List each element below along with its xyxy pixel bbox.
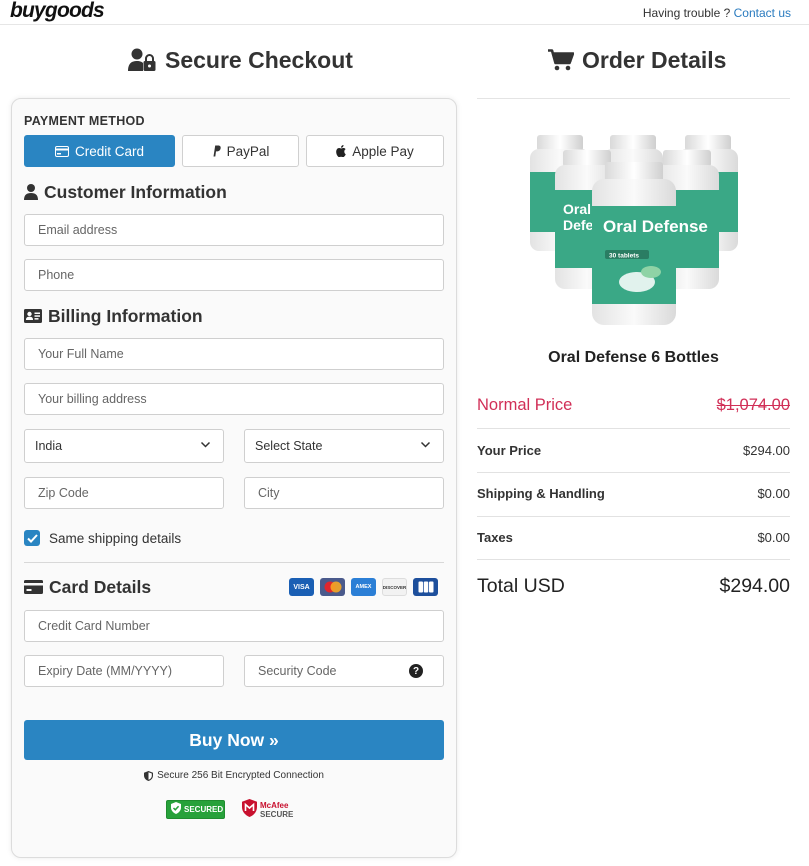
row-divider (477, 559, 790, 560)
phone-field[interactable]: Phone (24, 259, 444, 291)
secured-badge-text: SECURED (184, 804, 224, 814)
card-details-title: Card Details (49, 576, 152, 597)
contact-us-link[interactable]: Contact us (734, 6, 791, 20)
shipping-row: Shipping & Handling $0.00 (477, 486, 790, 501)
card-number-field[interactable]: Credit Card Number (24, 610, 444, 642)
mcafee-shield-icon (242, 799, 257, 822)
product-name: Oral Defense 6 Bottles (548, 349, 719, 366)
card-details-heading: Card Details (24, 576, 151, 598)
credit-card-icon (24, 580, 43, 594)
total-label: Total USD (477, 575, 565, 597)
same-shipping-checkbox[interactable] (24, 530, 40, 546)
question-circle-icon[interactable]: ? (409, 664, 423, 678)
customer-info-heading: Customer Information (24, 181, 227, 203)
chevron-down-icon (200, 439, 211, 453)
normal-price-label: Normal Price (477, 396, 573, 414)
credit-card-icon (54, 145, 69, 157)
country-value: India (35, 439, 63, 453)
secured-badge: SECURED (166, 800, 225, 819)
encrypted-text: Secure 256 Bit Encrypted Connection (157, 770, 324, 781)
check-shield-icon (171, 801, 181, 819)
your-price-value: $294.00 (743, 443, 790, 458)
svg-text:Oral Defense: Oral Defense (603, 217, 708, 236)
order-divider-top (477, 98, 790, 99)
row-divider (477, 516, 790, 517)
jcb-icon (413, 578, 438, 596)
discover-icon: DISCOVER (382, 578, 407, 596)
visa-icon: VISA (289, 578, 314, 596)
zip-code-field[interactable]: Zip Code (24, 477, 224, 509)
normal-price-value: $1,074.00 (716, 396, 790, 414)
paypal-icon (212, 145, 221, 157)
amex-icon: AMEX (351, 578, 376, 596)
svg-text:30 tablets: 30 tablets (609, 253, 639, 260)
secure-checkout-title: Secure Checkout (165, 46, 353, 73)
mastercard-icon (320, 578, 345, 596)
id-card-icon (24, 309, 42, 323)
order-details-heading: Order Details (548, 45, 726, 75)
billing-address-field[interactable]: Your billing address (24, 383, 444, 415)
city-field[interactable]: City (244, 477, 444, 509)
credit-card-tab[interactable]: Credit Card (24, 135, 175, 167)
state-value: Select State (255, 439, 323, 453)
shipping-label: Shipping & Handling (477, 486, 605, 501)
help-text: Having trouble ? Contact us (643, 6, 791, 20)
customer-info-title: Customer Information (44, 181, 227, 202)
billing-info-heading: Billing Information (24, 305, 203, 327)
apple-icon (336, 145, 346, 157)
same-shipping-label: Same shipping details (49, 530, 182, 546)
country-select[interactable]: India (24, 429, 224, 463)
taxes-row: Taxes $0.00 (477, 530, 790, 545)
total-value: $294.00 (719, 575, 791, 597)
order-details-title: Order Details (582, 46, 727, 73)
chevron-down-icon (420, 439, 431, 453)
billing-info-title: Billing Information (48, 305, 203, 326)
your-price-label: Your Price (477, 443, 542, 458)
state-select[interactable]: Select State (244, 429, 444, 463)
shopping-cart-icon (548, 49, 574, 71)
paypal-tab[interactable]: PayPal (182, 135, 299, 167)
apple-pay-tab[interactable]: Apple Pay (306, 135, 444, 167)
payment-method-label: PAYMENT METHOD (24, 114, 145, 128)
taxes-label: Taxes (477, 530, 513, 545)
email-field[interactable]: Email address (24, 214, 444, 246)
mcafee-badge-text: McAfee SECURE (260, 801, 294, 819)
same-shipping-row[interactable]: Same shipping details (24, 530, 181, 546)
row-divider (477, 472, 790, 473)
encrypted-connection: Secure 256 Bit Encrypted Connection (24, 770, 444, 781)
product-bottles-image: Oral Defense Oral Defense 30 tablets (530, 135, 738, 325)
shipping-value: $0.00 (757, 486, 790, 501)
top-bar: buygoods Having trouble ? Contact us (0, 0, 809, 25)
shield-icon (144, 770, 154, 781)
buygoods-logo[interactable]: buygoods (10, 0, 105, 23)
svg-text:Oral: Oral (563, 201, 591, 217)
trouble-text: Having trouble ? (642, 6, 731, 20)
buy-now-button[interactable]: Buy Now » (24, 720, 444, 760)
full-name-field[interactable]: Your Full Name (24, 338, 444, 370)
paypal-label: PayPal (226, 143, 270, 159)
user-icon (24, 184, 38, 200)
normal-price-row: Normal Price $1,074.00 (477, 396, 790, 415)
apple-pay-label: Apple Pay (352, 143, 414, 159)
secure-checkout-heading: Secure Checkout (128, 45, 353, 75)
security-code-placeholder: Security Code (258, 664, 337, 678)
card-brands: VISA AMEX DISCOVER (289, 578, 438, 596)
credit-card-label: Credit Card (74, 143, 145, 159)
row-divider (477, 428, 790, 429)
taxes-value: $0.00 (757, 530, 790, 545)
your-price-row: Your Price $294.00 (477, 443, 790, 458)
security-code-field[interactable]: Security Code ? (244, 655, 444, 687)
expiry-date-field[interactable]: Expiry Date (MM/YYYY) (24, 655, 224, 687)
user-lock-icon (128, 48, 157, 72)
total-row: Total USD $294.00 (477, 575, 790, 598)
divider (24, 562, 444, 563)
mcafee-badge: McAfee SECURE (242, 799, 293, 822)
